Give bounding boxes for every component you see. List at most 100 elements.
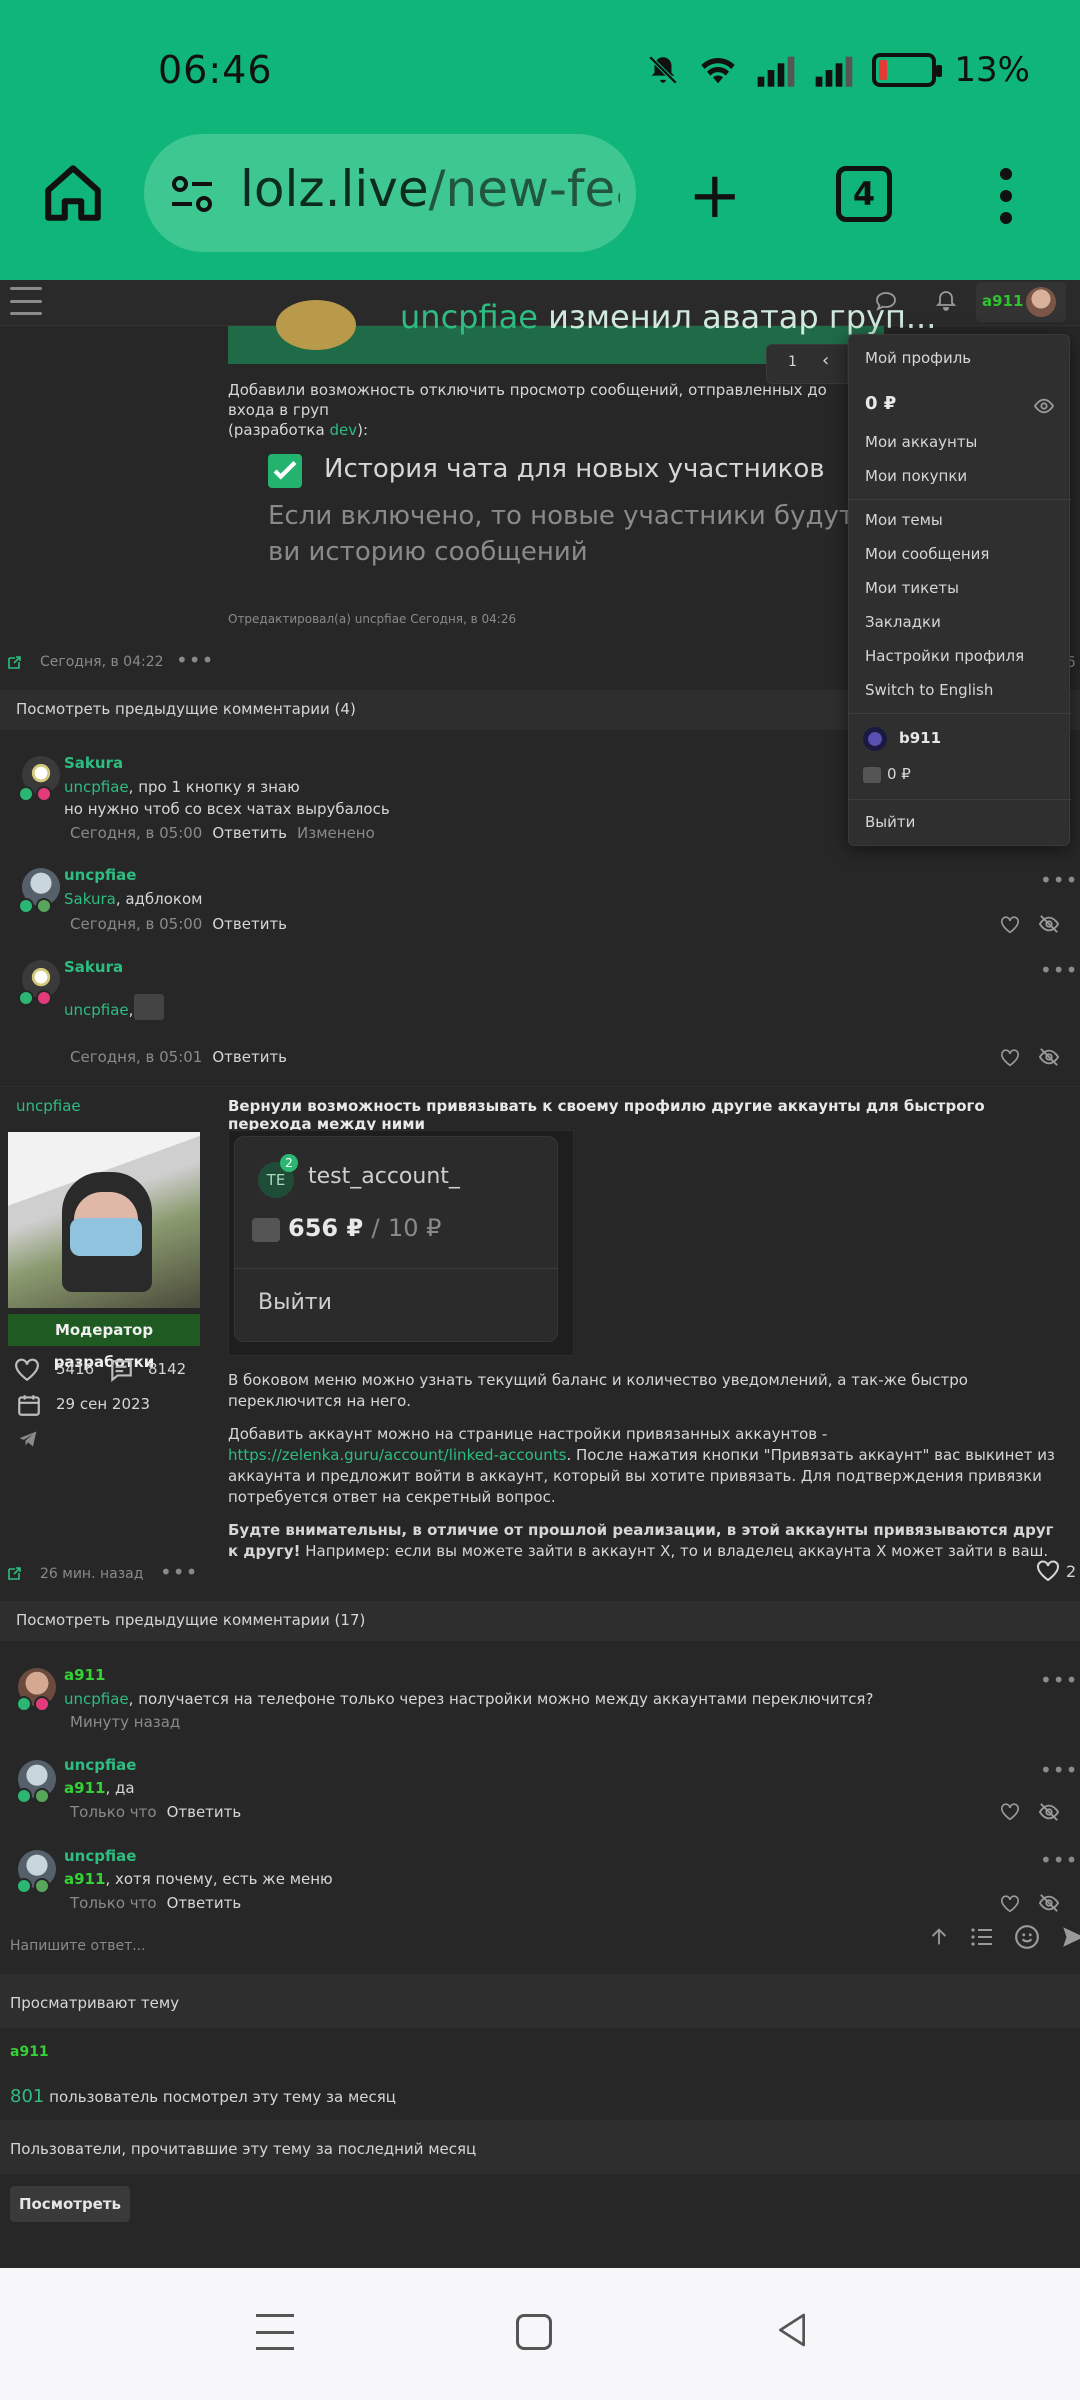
url-text[interactable]: lolz.live/new-featu	[240, 160, 620, 226]
list-icon[interactable]	[970, 1926, 994, 1948]
menu-balance[interactable]: 0 ₽	[865, 393, 896, 414]
like-heart-icon[interactable]	[1000, 916, 1020, 934]
banner-avatar	[276, 300, 356, 350]
notifications-bell-icon[interactable]	[934, 289, 958, 313]
balance-main: 656 ₽	[288, 1214, 364, 1242]
comment-author[interactable]: Sakura	[64, 958, 123, 976]
viewers-title: Просматривают тему	[10, 1994, 180, 2012]
sticker-image	[134, 994, 164, 1020]
linked-account-name[interactable]: b911	[899, 729, 941, 747]
comment-time[interactable]: Сегодня, в 05:00	[70, 824, 202, 842]
dev-link[interactable]: dev	[329, 421, 357, 439]
reply-link[interactable]: Ответить	[212, 915, 287, 933]
permalink-icon[interactable]	[6, 655, 22, 671]
mention[interactable]: uncpfiae	[64, 1001, 129, 1019]
reply-link[interactable]: Ответить	[212, 824, 287, 842]
menu-my-profile[interactable]: Мой профиль	[865, 349, 971, 367]
balance-secondary: 10 ₽	[387, 1214, 442, 1242]
menu-my-purchases[interactable]: Мои покупки	[865, 467, 967, 485]
menu-profile-settings[interactable]: Настройки профиля	[865, 647, 1024, 665]
post2-like-heart-icon[interactable]	[1036, 1560, 1060, 1582]
show-previous-comments-2[interactable]: Посмотреть предыдущие комментарии (17)	[0, 1601, 1080, 1641]
viewer-username[interactable]: a911	[10, 2044, 49, 2060]
header-username[interactable]: a911	[982, 292, 1023, 310]
comment-time[interactable]: Минуту назад	[70, 1713, 180, 1731]
permalink-icon[interactable]	[6, 1566, 22, 1582]
comment-time[interactable]: Только что	[70, 1803, 157, 1821]
hide-eye-icon[interactable]	[1038, 1893, 1060, 1913]
comment-more-icon[interactable]: •••	[1040, 1758, 1078, 1782]
comment-time[interactable]: Сегодня, в 05:00	[70, 915, 202, 933]
reply-link[interactable]: Ответить	[212, 1048, 287, 1066]
back-icon[interactable]	[772, 2310, 812, 2350]
comment-author[interactable]: uncpfiae	[64, 866, 136, 884]
tabs-count-button[interactable]: 4	[836, 166, 892, 222]
view-readers-button[interactable]: Посмотреть	[10, 2186, 130, 2222]
reply-toolbar	[928, 1924, 1080, 1950]
post2-author-avatar[interactable]	[8, 1132, 200, 1308]
home-icon[interactable]	[40, 160, 106, 226]
hide-eye-icon[interactable]	[1038, 1047, 1060, 1067]
menu-my-tickets[interactable]: Мои тикеты	[865, 579, 959, 597]
hide-eye-icon[interactable]	[1038, 1802, 1060, 1822]
browser-menu-icon[interactable]	[998, 168, 1014, 224]
nav-home-icon[interactable]	[516, 2314, 552, 2350]
reply-link[interactable]: Ответить	[167, 1894, 242, 1912]
menu-switch-language[interactable]: Switch to English	[865, 681, 993, 699]
comment-author[interactable]: uncpfiae	[64, 1756, 136, 1774]
comment-more-icon[interactable]: •••	[1040, 868, 1078, 892]
comment-more-icon[interactable]: •••	[1040, 1848, 1078, 1872]
send-icon[interactable]	[1060, 1924, 1080, 1950]
post2-more-icon[interactable]: •••	[160, 1560, 198, 1584]
like-heart-icon[interactable]	[1000, 1895, 1020, 1913]
pager-page[interactable]: 1	[788, 354, 797, 370]
menu-logout[interactable]: Выйти	[865, 813, 915, 831]
eye-icon[interactable]	[1033, 397, 1055, 415]
reply-input[interactable]: Напишите ответ...	[10, 1938, 146, 1954]
post1-time[interactable]: Сегодня, в 04:22	[40, 654, 164, 670]
mention[interactable]: a911	[64, 1870, 105, 1888]
recent-apps-icon[interactable]	[256, 2314, 294, 2350]
site-settings-icon[interactable]	[168, 170, 216, 218]
comment-author[interactable]: a911	[64, 1666, 105, 1684]
wallet-icon	[252, 1218, 280, 1242]
mention[interactable]: uncpfiae	[64, 778, 129, 796]
comment-author[interactable]: uncpfiae	[64, 1847, 136, 1865]
comment-more-icon[interactable]: •••	[1040, 958, 1078, 982]
comment-author[interactable]: Sakura	[64, 754, 123, 772]
joined-date: 29 сен 2023	[56, 1395, 151, 1413]
comment-time[interactable]: Сегодня, в 05:01	[70, 1048, 202, 1066]
menu-my-threads[interactable]: Мои темы	[865, 511, 943, 529]
linked-accounts-link[interactable]: https://zelenka.guru/account/linked-acco…	[228, 1446, 566, 1464]
hamburger-menu-icon[interactable]	[10, 287, 42, 315]
show-prev-label: Посмотреть предыдущие комментарии (4)	[16, 700, 356, 718]
comment-time[interactable]: Только что	[70, 1894, 157, 1912]
mention[interactable]: Sakura	[64, 890, 116, 908]
linked-account-avatar[interactable]	[863, 727, 887, 751]
changed-label[interactable]: Изменено	[297, 824, 375, 842]
user-badges	[18, 898, 52, 914]
checkbox-checked[interactable]	[268, 454, 302, 488]
post2-time[interactable]: 26 мин. назад	[40, 1566, 143, 1582]
new-tab-icon[interactable]: +	[688, 164, 742, 228]
like-heart-icon[interactable]	[1000, 1803, 1020, 1821]
comment-more-icon[interactable]: •••	[1040, 1668, 1078, 1692]
app: 06:46 13% lolz.live/new-featu + 4 a911 u…	[0, 0, 1080, 2400]
telegram-icon[interactable]	[18, 1430, 38, 1448]
menu-my-messages[interactable]: Мои сообщения	[865, 545, 989, 563]
mention[interactable]: uncpfiae	[64, 1690, 129, 1708]
menu-my-accounts[interactable]: Мои аккаунты	[865, 433, 977, 451]
pager-prev-icon[interactable]: ‹	[822, 350, 829, 371]
likes-count: 5416	[56, 1360, 95, 1378]
post1-more-icon[interactable]: •••	[176, 648, 214, 672]
reply-link[interactable]: Ответить	[167, 1803, 242, 1821]
arrow-up-icon[interactable]	[928, 1926, 950, 1948]
header-avatar[interactable]	[1026, 287, 1056, 317]
hide-eye-icon[interactable]	[1038, 914, 1060, 934]
emoji-icon[interactable]	[1014, 1924, 1040, 1950]
menu-bookmarks[interactable]: Закладки	[865, 613, 941, 631]
post2-author[interactable]: uncpfiae	[16, 1097, 81, 1115]
mention[interactable]: a911	[64, 1779, 105, 1797]
like-heart-icon[interactable]	[1000, 1049, 1020, 1067]
readers-title: Пользователи, прочитавшие эту тему за по…	[10, 2140, 477, 2158]
